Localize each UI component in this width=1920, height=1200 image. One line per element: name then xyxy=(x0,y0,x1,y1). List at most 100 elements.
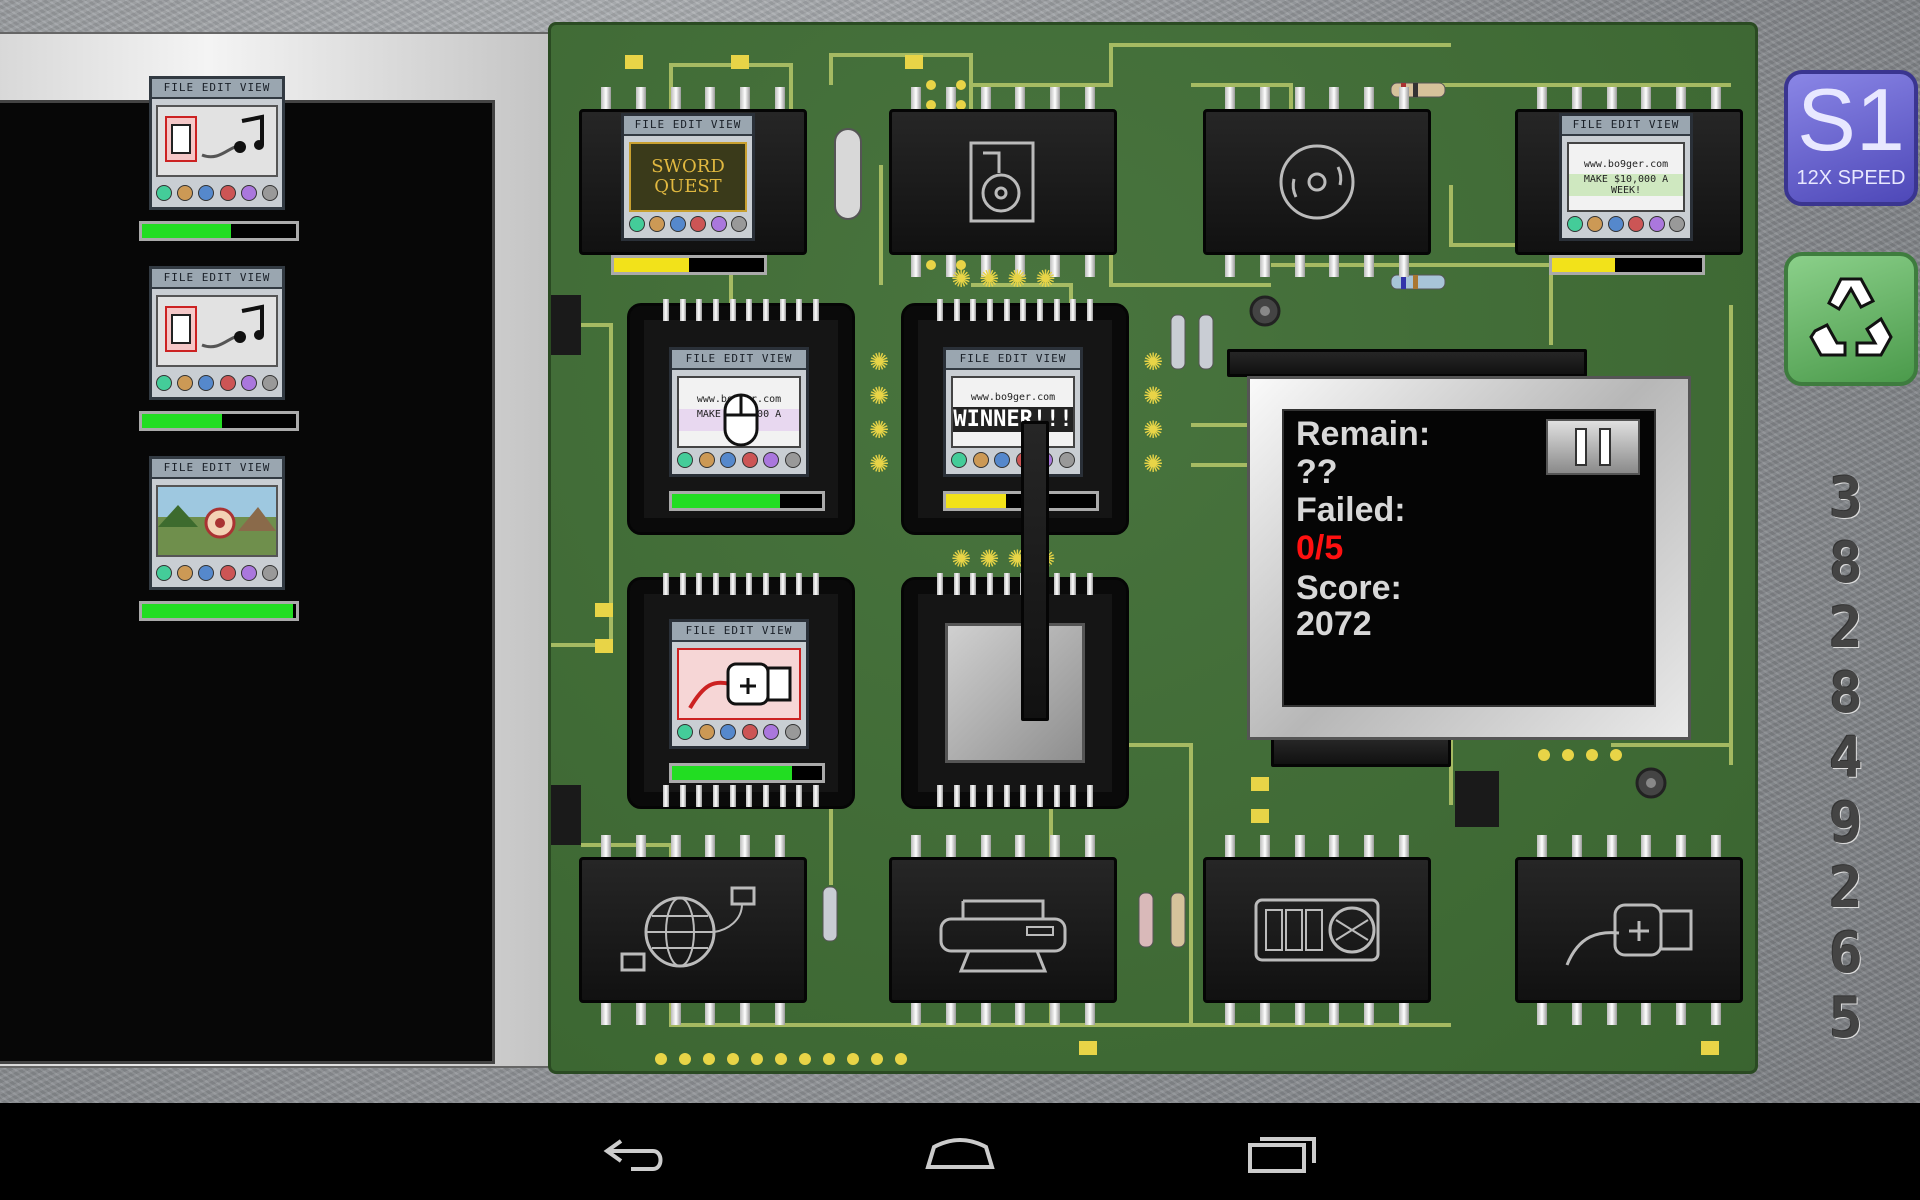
queue-progress-bar xyxy=(139,601,299,621)
remain-value: ?? xyxy=(1296,453,1338,491)
window-dock xyxy=(951,452,1075,470)
bug-icons-top: ✺✺✺✺ xyxy=(951,265,1064,293)
digit: 3 xyxy=(1829,466,1863,531)
window-dock xyxy=(1567,216,1685,234)
printer-chip[interactable] xyxy=(889,857,1117,1003)
usb-port-icon xyxy=(1565,903,1693,966)
program-window: FILE EDIT VIEW xyxy=(149,266,285,400)
pause-icon xyxy=(1599,428,1611,466)
remain-label: Remain: xyxy=(1296,415,1431,453)
window-menubar: FILE EDIT VIEW xyxy=(946,350,1080,370)
digit: 9 xyxy=(1829,791,1863,856)
sword-quest-screen: SWORD QUEST xyxy=(629,142,747,212)
socket-progress-bar xyxy=(1549,255,1705,275)
window-dock xyxy=(677,452,801,470)
game-image-content xyxy=(156,485,278,557)
recycle-button[interactable] xyxy=(1784,252,1918,386)
queue-progress-bar xyxy=(139,221,299,241)
digit: 4 xyxy=(1829,726,1863,791)
ad-headline-text: MAKE $10,000 A WEEK! xyxy=(1569,173,1683,196)
program-window-winner-ad[interactable]: FILE EDIT VIEW www.bo9ger.com WINNER!!! xyxy=(943,347,1083,477)
progress-fill xyxy=(672,494,780,508)
window-dock xyxy=(156,375,278,393)
spam-ad-screen: www.bo9ger.com MAKE $10,000 A WEEK! xyxy=(1567,142,1685,212)
pause-icon xyxy=(1575,428,1587,466)
queue-item[interactable]: FILE EDIT VIEW xyxy=(139,456,299,626)
digit: 5 xyxy=(1829,986,1863,1051)
progress-fill xyxy=(142,414,223,428)
window-menubar: FILE EDIT VIEW xyxy=(152,269,282,289)
music-icon xyxy=(165,304,264,352)
music-program-content xyxy=(156,105,278,177)
processor-top-edge xyxy=(1227,349,1587,377)
status-display-frame: Remain: ?? Failed: 0/5 Score: 2072 xyxy=(1247,376,1691,740)
home-icon xyxy=(925,1138,995,1169)
recycle-icon xyxy=(1809,277,1893,357)
ad-url-text: www.bo9ger.com xyxy=(970,392,1056,403)
digit: 8 xyxy=(1829,661,1863,726)
music-icon xyxy=(165,114,264,162)
program-window-sword-quest[interactable]: FILE EDIT VIEW SWORD QUEST xyxy=(621,113,755,241)
digit: 6 xyxy=(1829,921,1863,986)
usb-chip[interactable] xyxy=(1515,857,1743,1003)
progress-fill xyxy=(672,766,792,780)
speed-button[interactable]: S1 12X SPEED xyxy=(1784,70,1918,206)
hard-drive-icon xyxy=(969,141,1035,223)
empty-cpu-slot xyxy=(945,623,1085,763)
status-screen: Remain: ?? Failed: 0/5 Score: 2072 xyxy=(1282,409,1656,707)
window-dock xyxy=(156,565,278,583)
speed-level: S1 xyxy=(1797,70,1905,169)
hard-drive-chip[interactable] xyxy=(889,109,1117,255)
progress-fill xyxy=(614,258,689,272)
ad-url-text: www.bo9ger.com xyxy=(1583,158,1669,170)
cd-icon xyxy=(1279,144,1355,220)
graphics-card-icon xyxy=(1254,898,1380,962)
graphics-card-chip[interactable] xyxy=(1203,857,1431,1003)
cd-drive-chip[interactable] xyxy=(1203,109,1431,255)
queue-item[interactable]: FILE EDIT VIEW xyxy=(139,76,299,246)
recent-apps-button[interactable] xyxy=(1232,1123,1332,1183)
usb-icon xyxy=(688,662,792,710)
game-title-line1: SWORD xyxy=(651,156,725,177)
program-window-usb[interactable]: FILE EDIT VIEW xyxy=(669,619,809,749)
score-value: 2072 xyxy=(1296,605,1372,643)
network-globe-icon xyxy=(620,886,756,972)
game-title-line2: QUEST xyxy=(654,176,722,197)
window-dock xyxy=(677,724,801,742)
digit: 2 xyxy=(1829,596,1863,661)
system-navigation-bar xyxy=(0,1103,1920,1200)
ad-headline-text: WINNER!!! xyxy=(953,407,1073,432)
socket-progress-bar xyxy=(669,491,825,511)
failed-label: Failed: xyxy=(1296,491,1406,529)
bug-icons-left: ✺ ✺ ✺ ✺ xyxy=(869,348,890,478)
window-menubar: FILE EDIT VIEW xyxy=(672,350,806,370)
queue-item[interactable]: FILE EDIT VIEW xyxy=(139,266,299,436)
recent-apps-icon xyxy=(1248,1137,1316,1173)
processor-bottom-edge xyxy=(1271,737,1451,767)
window-menubar: FILE EDIT VIEW xyxy=(152,459,282,479)
window-menubar: FILE EDIT VIEW xyxy=(1562,116,1690,136)
digit: 2 xyxy=(1829,856,1863,921)
window-menubar: FILE EDIT VIEW xyxy=(152,79,282,99)
socket-progress-bar xyxy=(611,255,767,275)
network-chip[interactable] xyxy=(579,857,807,1003)
bug-icons-right: ✺ ✺ ✺ ✺ xyxy=(1143,348,1164,478)
home-button[interactable] xyxy=(910,1123,1010,1183)
socket-progress-bar xyxy=(669,763,825,783)
back-button[interactable] xyxy=(586,1123,686,1183)
window-menubar: FILE EDIT VIEW xyxy=(624,116,752,136)
program-window-spam-ad[interactable]: FILE EDIT VIEW www.bo9ger.com MAKE $10,0… xyxy=(1559,113,1693,241)
mouse-cursor-icon xyxy=(723,393,759,447)
progress-fill xyxy=(142,224,232,238)
winner-ad-screen: www.bo9ger.com WINNER!!! xyxy=(951,376,1075,448)
score-label: Score: xyxy=(1296,569,1402,607)
back-arrow-icon xyxy=(603,1139,663,1171)
program-window: FILE EDIT VIEW xyxy=(149,76,285,210)
cpu-socket-d[interactable] xyxy=(901,577,1129,809)
printer-icon xyxy=(939,899,1067,973)
window-dock xyxy=(629,216,747,234)
digit: 8 xyxy=(1829,531,1863,596)
pause-button[interactable] xyxy=(1546,419,1640,475)
window-menubar: FILE EDIT VIEW xyxy=(672,622,806,642)
progress-fill xyxy=(946,494,1006,508)
